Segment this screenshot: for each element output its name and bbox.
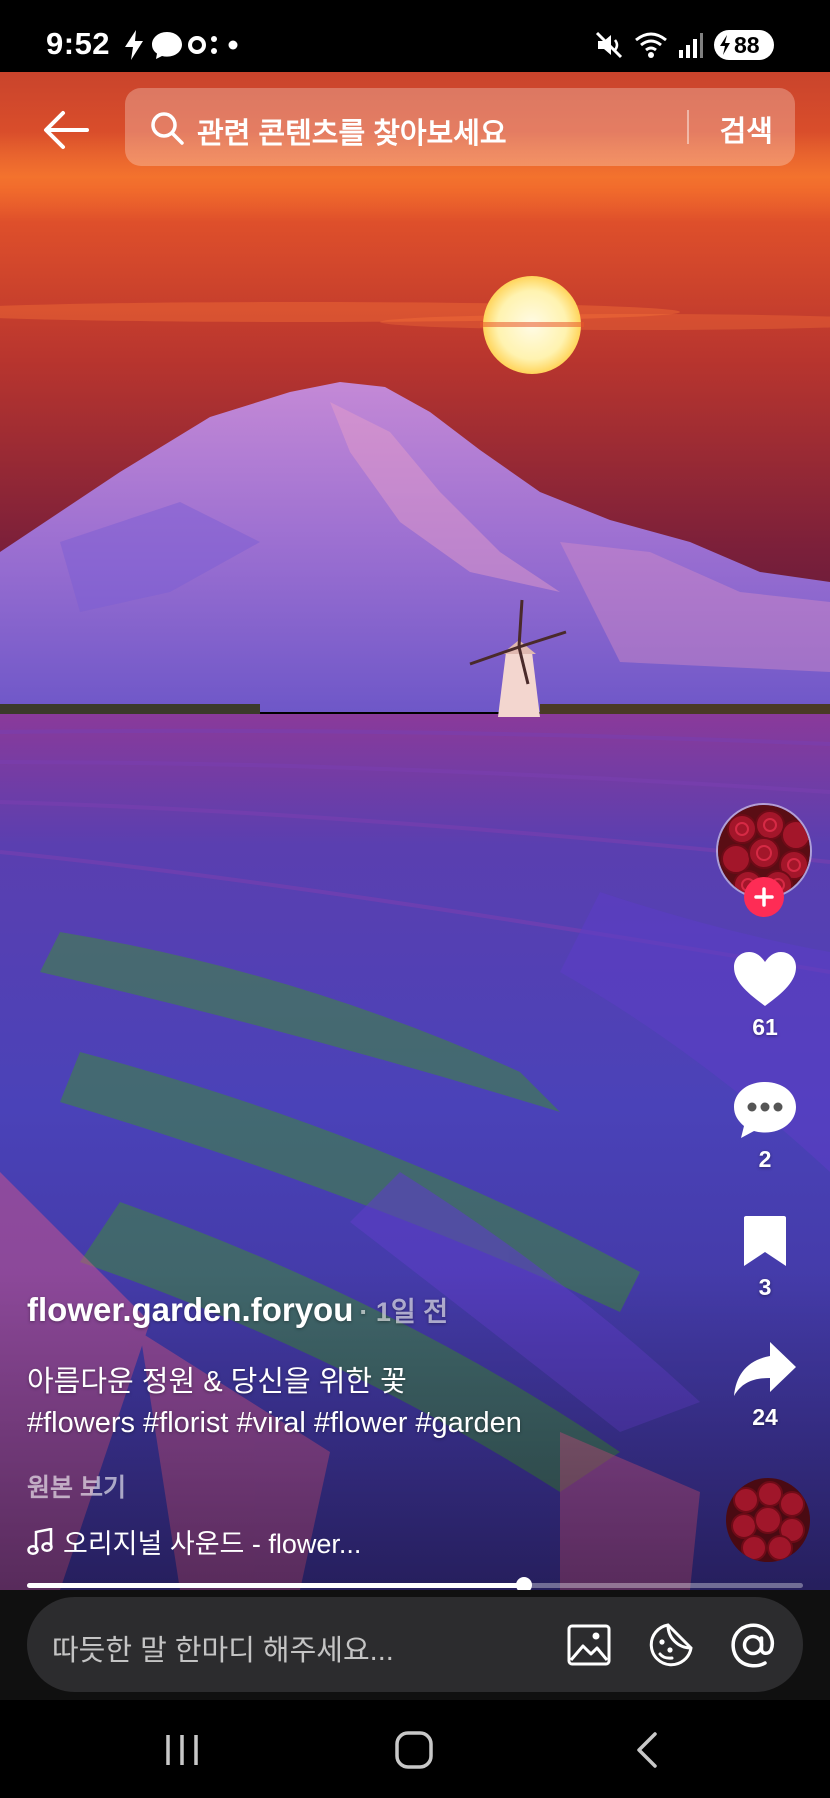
system-nav-bar bbox=[0, 1700, 830, 1798]
save-button[interactable]: 3 bbox=[720, 1214, 810, 1301]
search-icon bbox=[151, 112, 184, 145]
search-button[interactable]: 검색 bbox=[720, 108, 773, 150]
recent-apps-icon bbox=[166, 1735, 198, 1765]
music-note-icon bbox=[27, 1527, 53, 1555]
music-disc[interactable] bbox=[726, 1478, 810, 1562]
progress-fill bbox=[27, 1583, 524, 1588]
comment-bubble-icon bbox=[734, 1082, 796, 1138]
signal-icon bbox=[679, 33, 703, 58]
video-progress-bar[interactable] bbox=[27, 1577, 803, 1593]
share-button[interactable]: 24 bbox=[720, 1340, 810, 1431]
dots-app-icon bbox=[188, 36, 217, 54]
battery-indicator: 88 bbox=[714, 30, 774, 60]
post-time: · 1일 전 bbox=[359, 1297, 449, 1327]
charging-bolt-icon bbox=[125, 30, 143, 60]
like-button[interactable]: 61 bbox=[720, 950, 810, 1041]
comment-button[interactable]: 2 bbox=[720, 1080, 810, 1173]
arrow-left-icon bbox=[44, 111, 89, 149]
comment-placeholder: 따듯한 말 한마디 해주세요... bbox=[52, 1635, 394, 1667]
rose-disc-image bbox=[726, 1478, 810, 1562]
like-count: 61 bbox=[752, 1014, 778, 1040]
at-sign-icon bbox=[731, 1623, 775, 1668]
battery-level: 88 bbox=[734, 31, 760, 58]
save-count: 3 bbox=[758, 1274, 772, 1300]
search-divider bbox=[687, 110, 689, 144]
search-input[interactable]: 관련 콘텐츠를 찾아보세요 bbox=[197, 110, 507, 152]
follow-button[interactable] bbox=[744, 877, 784, 917]
mute-icon bbox=[595, 31, 623, 59]
image-attach-button[interactable] bbox=[563, 1619, 615, 1671]
home-icon bbox=[395, 1731, 433, 1769]
sticker-button[interactable] bbox=[645, 1619, 697, 1671]
post-caption: 아름다운 정원 & 당신을 위한 꽃 bbox=[27, 1366, 407, 1398]
status-time: 9:52 bbox=[46, 26, 111, 61]
battery-charging-icon bbox=[720, 35, 730, 55]
status-bar: 9:52 88 bbox=[0, 0, 830, 72]
mention-button[interactable] bbox=[727, 1619, 779, 1671]
home-button[interactable] bbox=[384, 1722, 444, 1778]
comment-count: 2 bbox=[758, 1146, 772, 1172]
see-original-link[interactable]: 원본 보기 bbox=[27, 1468, 126, 1504]
author-username[interactable]: flower.garden.foryou bbox=[27, 1291, 353, 1328]
share-arrow-icon bbox=[734, 1342, 796, 1396]
search-bar[interactable]: 관련 콘텐츠를 찾아보세요 검색 bbox=[125, 88, 795, 166]
image-icon bbox=[567, 1624, 611, 1666]
sticker-face-icon bbox=[649, 1623, 693, 1667]
author-line: flower.garden.foryou · 1일 전 bbox=[27, 1290, 448, 1329]
recent-apps-button[interactable] bbox=[152, 1722, 212, 1778]
notification-dot-icon bbox=[228, 40, 238, 50]
comment-input[interactable]: 따듯한 말 한마디 해주세요... bbox=[27, 1597, 803, 1692]
post-hashtags[interactable]: #flowers #florist #viral #flower #garden bbox=[27, 1407, 522, 1440]
music-info[interactable]: 오리지널 사운드 - flower... bbox=[27, 1522, 361, 1561]
plus-icon bbox=[754, 887, 774, 907]
wifi-icon bbox=[635, 32, 667, 58]
chevron-left-icon bbox=[637, 1732, 657, 1768]
share-count: 24 bbox=[752, 1404, 778, 1430]
music-title: 오리지널 사운드 - flower... bbox=[63, 1529, 362, 1559]
back-nav-button[interactable] bbox=[617, 1722, 677, 1778]
messenger-icon bbox=[152, 32, 182, 59]
heart-icon bbox=[734, 952, 796, 1006]
bookmark-icon bbox=[744, 1216, 786, 1266]
back-button[interactable] bbox=[36, 100, 96, 160]
